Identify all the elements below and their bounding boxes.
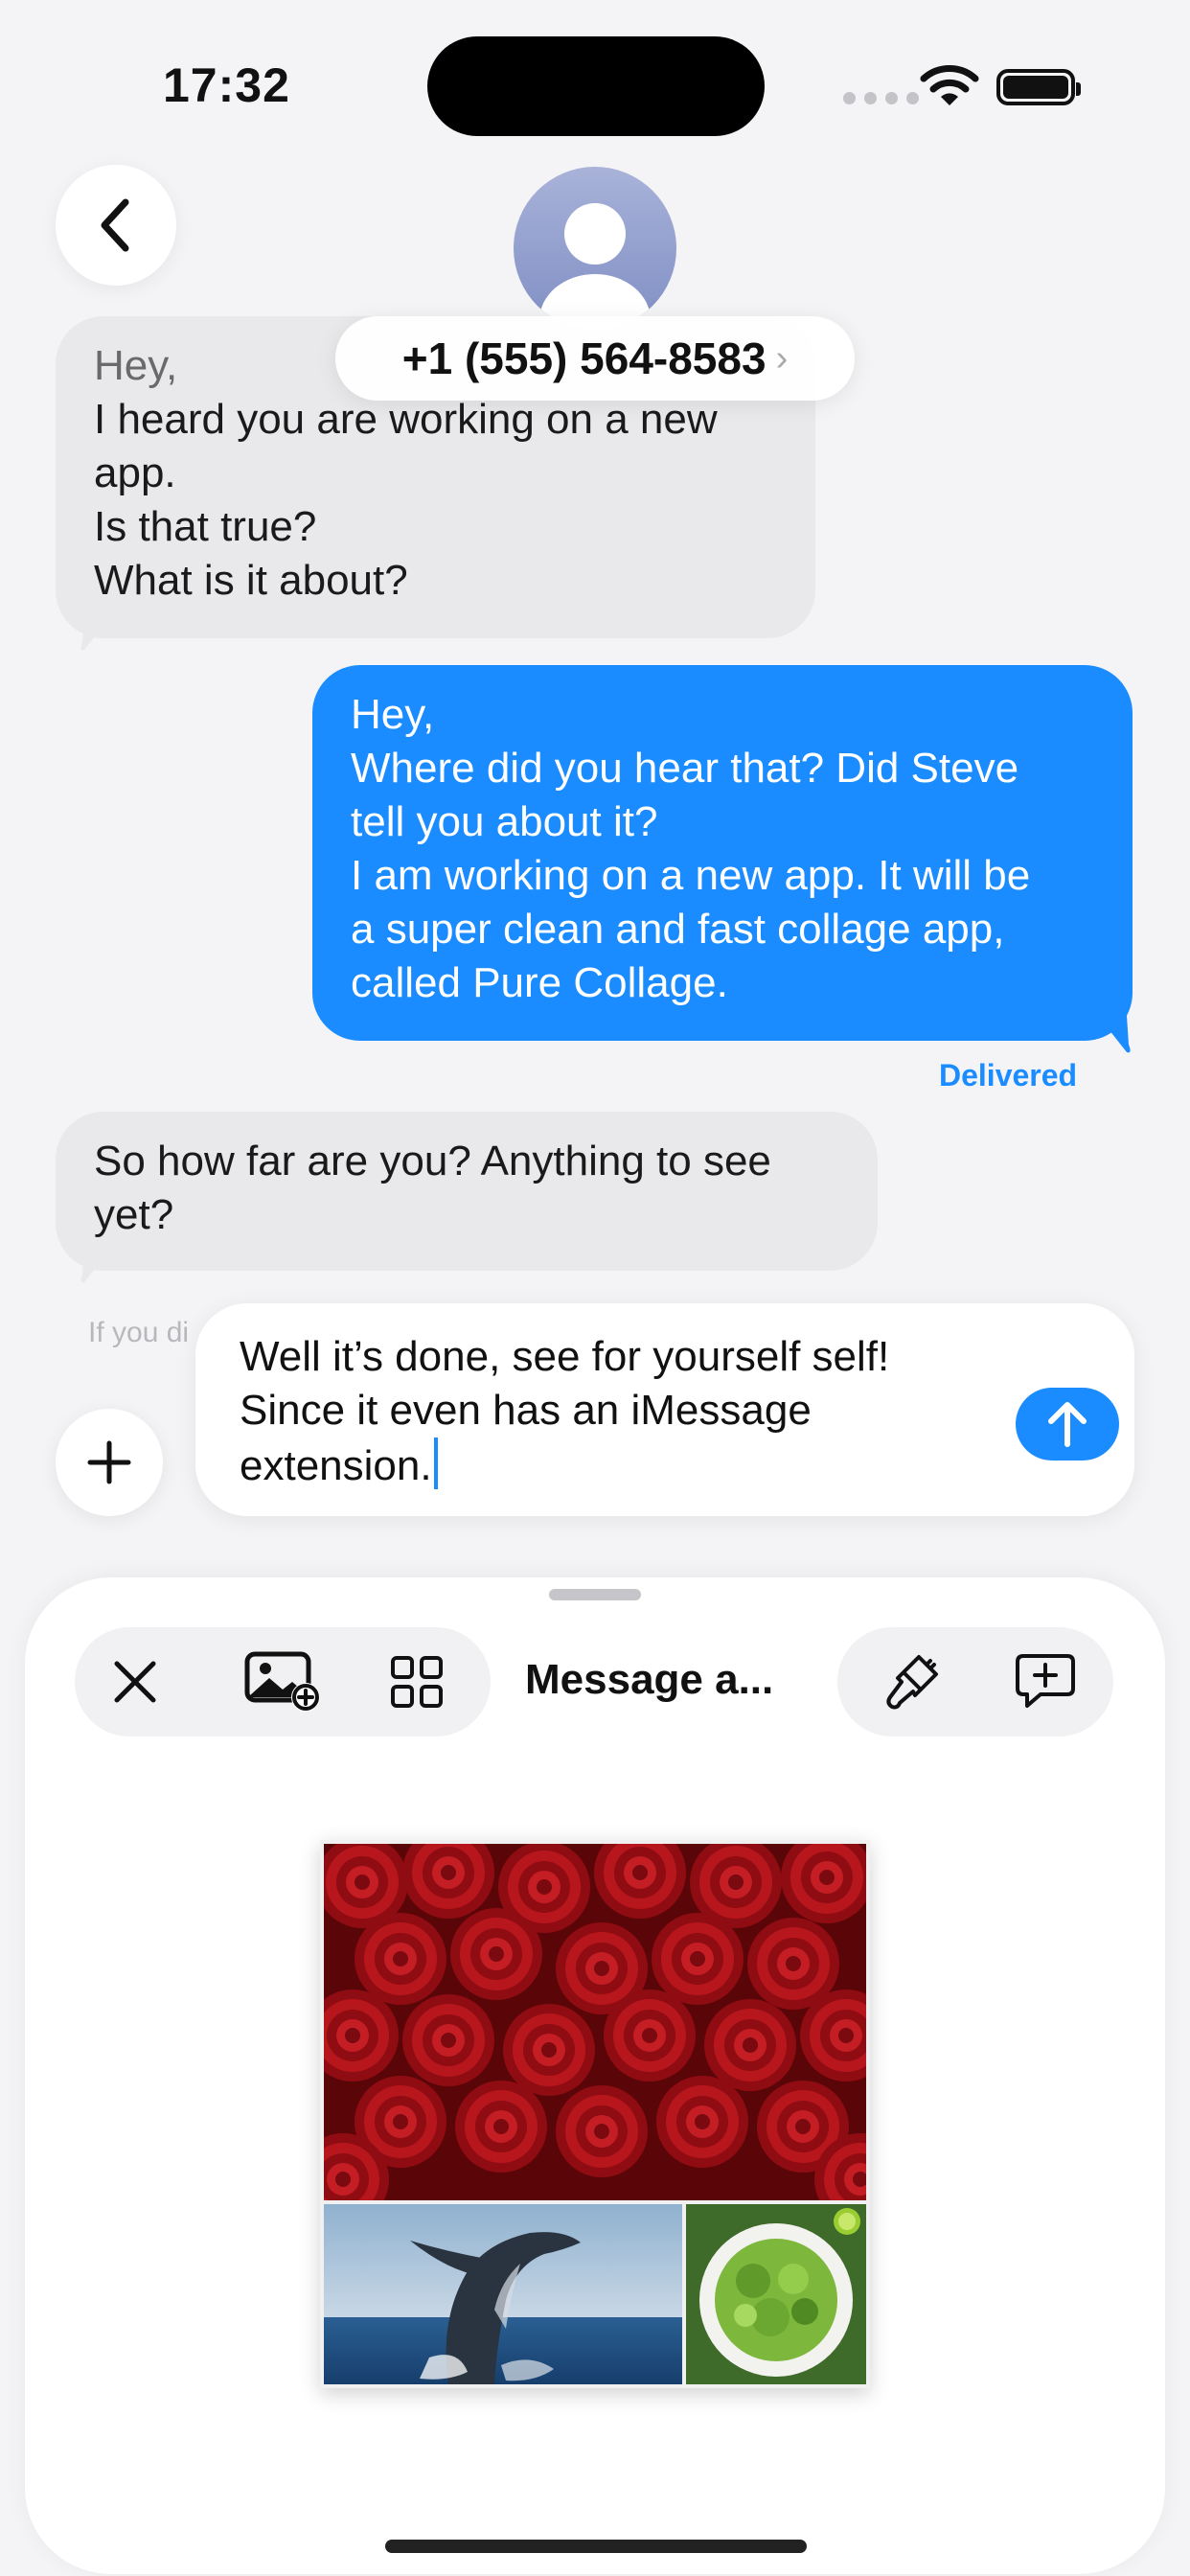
contact-avatar[interactable]: [514, 167, 676, 330]
close-icon: [114, 1661, 156, 1703]
wifi-icon: [920, 65, 979, 105]
message-line: Where did you hear that? Did Steve: [351, 745, 1019, 792]
sheet-title: Message a...: [525, 1656, 774, 1703]
grid-icon: [391, 1656, 443, 1708]
style-button[interactable]: [857, 1627, 966, 1736]
close-button[interactable]: [80, 1627, 190, 1736]
add-photo-button[interactable]: [228, 1627, 337, 1736]
message-line: a super clean and fast collage app,: [351, 906, 1005, 953]
home-indicator: [385, 2540, 807, 2553]
toolbar-left-group: [75, 1627, 491, 1736]
photo-add-icon: [244, 1651, 320, 1712]
salad-image: [686, 2204, 866, 2384]
compose-line: Well it’s done, see for yourself self!: [240, 1333, 890, 1380]
battery-icon: [996, 69, 1081, 105]
message-line: yet?: [94, 1191, 174, 1238]
add-attachment-button[interactable]: [56, 1409, 163, 1516]
message-input-text[interactable]: Well it’s done, see for yourself self! S…: [240, 1330, 889, 1493]
contact-name: +1 (555) 564-8583: [401, 334, 767, 383]
message-line: Is that true?: [94, 503, 317, 550]
compose-line: Since it even has an iMessage: [240, 1387, 812, 1434]
plus-icon: [87, 1440, 131, 1484]
send-button[interactable]: [1016, 1388, 1119, 1460]
dynamic-island: [427, 36, 765, 136]
text-cursor: [433, 1438, 438, 1489]
message-line: called Pure Collage.: [351, 959, 728, 1006]
insert-message-button[interactable]: [991, 1627, 1100, 1736]
message-line: I heard you are working on a new: [94, 396, 718, 443]
whale-image: [324, 2204, 682, 2384]
sheet-grabber[interactable]: [549, 1589, 641, 1600]
layout-grid-button[interactable]: [362, 1627, 471, 1736]
imessage-app-sheet: Message a...: [25, 1577, 1165, 2574]
roses-image: [324, 1844, 866, 2200]
message-outgoing-1[interactable]: Hey, Where did you hear that? Did Steve …: [312, 665, 1133, 1041]
cellular-signal-icon: [843, 92, 919, 104]
paintbrush-icon: [886, 1655, 938, 1710]
status-time: 17:32: [163, 58, 290, 112]
contact-name-button[interactable]: +1 (555) 564-8583 ›: [335, 316, 855, 401]
message-line: app.: [94, 449, 176, 496]
person-icon: [539, 203, 651, 330]
message-line: What is it about?: [94, 557, 408, 604]
bubble-tail: [80, 1246, 113, 1283]
compose-line: extension.: [240, 1442, 432, 1489]
collage-preview[interactable]: [320, 1840, 870, 2388]
message-line: I am working on a new app. It will be: [351, 852, 1031, 899]
collage-photo-salad[interactable]: [686, 2204, 866, 2384]
delivered-status: Delivered: [939, 1058, 1078, 1092]
arrow-up-icon: [1048, 1402, 1087, 1447]
message-input[interactable]: Well it’s done, see for yourself self! S…: [195, 1303, 1134, 1516]
message-line: Hey,: [351, 691, 435, 738]
chevron-right-icon: ›: [775, 337, 789, 379]
back-button[interactable]: [56, 165, 176, 286]
hint-text: If you di: [88, 1317, 190, 1348]
message-plus-icon: [1016, 1654, 1075, 1708]
message-line: tell you about it?: [351, 798, 658, 845]
bubble-tail: [80, 613, 113, 651]
message-incoming-2[interactable]: So how far are you? Anything to see yet?: [56, 1112, 878, 1271]
toolbar-right-group: [837, 1627, 1113, 1736]
message-line: So how far are you? Anything to see: [94, 1138, 771, 1184]
chevron-left-icon: [101, 198, 129, 252]
collage-photo-roses[interactable]: [324, 1844, 866, 2200]
collage-photo-whale[interactable]: [324, 2204, 682, 2384]
bubble-tail: [1098, 1016, 1131, 1053]
